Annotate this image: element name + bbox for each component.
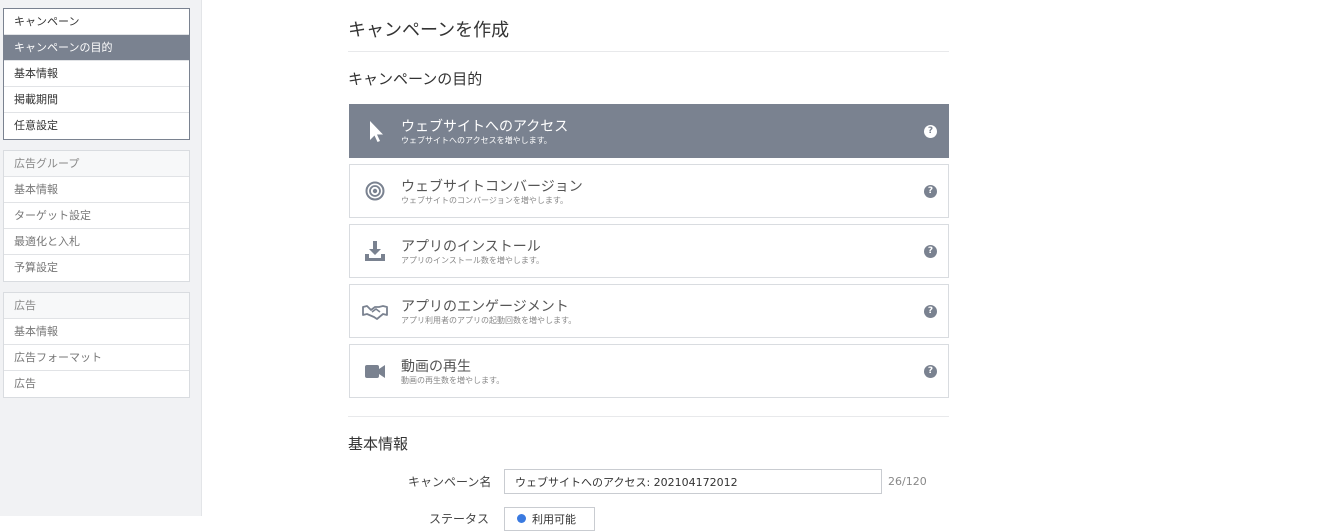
objective-title: ウェブサイトコンバージョン bbox=[401, 179, 583, 195]
status-label: ステータス bbox=[429, 512, 490, 526]
campaign-name-char-counter: 26/120 bbox=[888, 475, 927, 488]
nav-group-adgroup: 広告グループ 基本情報 ターゲット設定 最適化と入札 予算設定 bbox=[3, 150, 190, 282]
target-icon bbox=[365, 181, 385, 201]
nav-item-ad-format[interactable]: 広告フォーマット bbox=[4, 345, 189, 371]
nav-item-ad-creative[interactable]: 広告 bbox=[4, 371, 189, 397]
sidebar: キャンペーン キャンペーンの目的 基本情報 掲載期間 任意設定 広告グループ 基… bbox=[0, 0, 202, 516]
objective-title: ウェブサイトへのアクセス bbox=[401, 119, 569, 135]
nav-item-ad-basic-info[interactable]: 基本情報 bbox=[4, 319, 189, 345]
objective-app-engagement[interactable]: アプリのエンゲージメント アプリ利用者のアプリの起動回数を増やします。 ? bbox=[349, 284, 949, 338]
campaign-name-input[interactable] bbox=[504, 469, 882, 494]
handshake-icon bbox=[362, 305, 388, 320]
nav-item-adgroup-targeting[interactable]: ターゲット設定 bbox=[4, 203, 189, 229]
nav-item-ad[interactable]: 広告 bbox=[4, 293, 189, 319]
nav-item-campaign[interactable]: キャンペーン bbox=[4, 9, 189, 35]
nav-item-adgroup-budget[interactable]: 予算設定 bbox=[4, 255, 189, 281]
nav-item-campaign-optional-settings[interactable]: 任意設定 bbox=[4, 113, 189, 139]
divider bbox=[348, 416, 949, 417]
help-icon[interactable]: ? bbox=[924, 125, 937, 138]
status-option-label: 利用可能 bbox=[532, 513, 576, 526]
nav-item-adgroup-bidding[interactable]: 最適化と入札 bbox=[4, 229, 189, 255]
cursor-icon bbox=[370, 121, 383, 142]
objective-description: 動画の再生数を増やします。 bbox=[401, 376, 505, 385]
download-icon bbox=[365, 241, 385, 261]
nav-item-campaign-schedule[interactable]: 掲載期間 bbox=[4, 87, 189, 113]
objective-title: アプリのインストール bbox=[401, 239, 541, 255]
status-radio-available[interactable]: 利用可能 bbox=[504, 507, 595, 531]
nav-item-campaign-objective[interactable]: キャンペーンの目的 bbox=[4, 35, 189, 61]
objective-app-install[interactable]: アプリのインストール アプリのインストール数を増やします。 ? bbox=[349, 224, 949, 278]
help-icon[interactable]: ? bbox=[924, 365, 937, 378]
video-camera-icon bbox=[365, 365, 385, 378]
objective-website-conversion[interactable]: ウェブサイトコンバージョン ウェブサイトのコンバージョンを増やします。 ? bbox=[349, 164, 949, 218]
section-title-objective: キャンペーンの目的 bbox=[348, 70, 483, 88]
help-icon[interactable]: ? bbox=[924, 305, 937, 318]
nav-item-adgroup-basic-info[interactable]: 基本情報 bbox=[4, 177, 189, 203]
objective-description: ウェブサイトのコンバージョンを増やします。 bbox=[401, 196, 569, 205]
objective-description: ウェブサイトへのアクセスを増やします。 bbox=[401, 136, 552, 145]
objective-description: アプリ利用者のアプリの起動回数を増やします。 bbox=[401, 316, 577, 325]
objective-title: 動画の再生 bbox=[401, 359, 471, 375]
campaign-name-label: キャンペーン名 bbox=[408, 475, 492, 489]
help-icon[interactable]: ? bbox=[924, 185, 937, 198]
objective-video-views[interactable]: 動画の再生 動画の再生数を増やします。 ? bbox=[349, 344, 949, 398]
nav-item-campaign-basic-info[interactable]: 基本情報 bbox=[4, 61, 189, 87]
nav-item-adgroup[interactable]: 広告グループ bbox=[4, 151, 189, 177]
page-title: キャンペーンを作成 bbox=[348, 20, 510, 41]
radio-selected-icon bbox=[517, 514, 526, 523]
help-icon[interactable]: ? bbox=[924, 245, 937, 258]
nav-group-campaign: キャンペーン キャンペーンの目的 基本情報 掲載期間 任意設定 bbox=[3, 8, 190, 140]
objective-website-traffic[interactable]: ウェブサイトへのアクセス ウェブサイトへのアクセスを増やします。 ? bbox=[349, 104, 949, 158]
divider bbox=[348, 51, 949, 52]
objective-title: アプリのエンゲージメント bbox=[401, 299, 569, 315]
section-title-basic-info: 基本情報 bbox=[348, 435, 409, 453]
nav-group-ad: 広告 基本情報 広告フォーマット 広告 bbox=[3, 292, 190, 398]
objective-description: アプリのインストール数を増やします。 bbox=[401, 256, 545, 265]
